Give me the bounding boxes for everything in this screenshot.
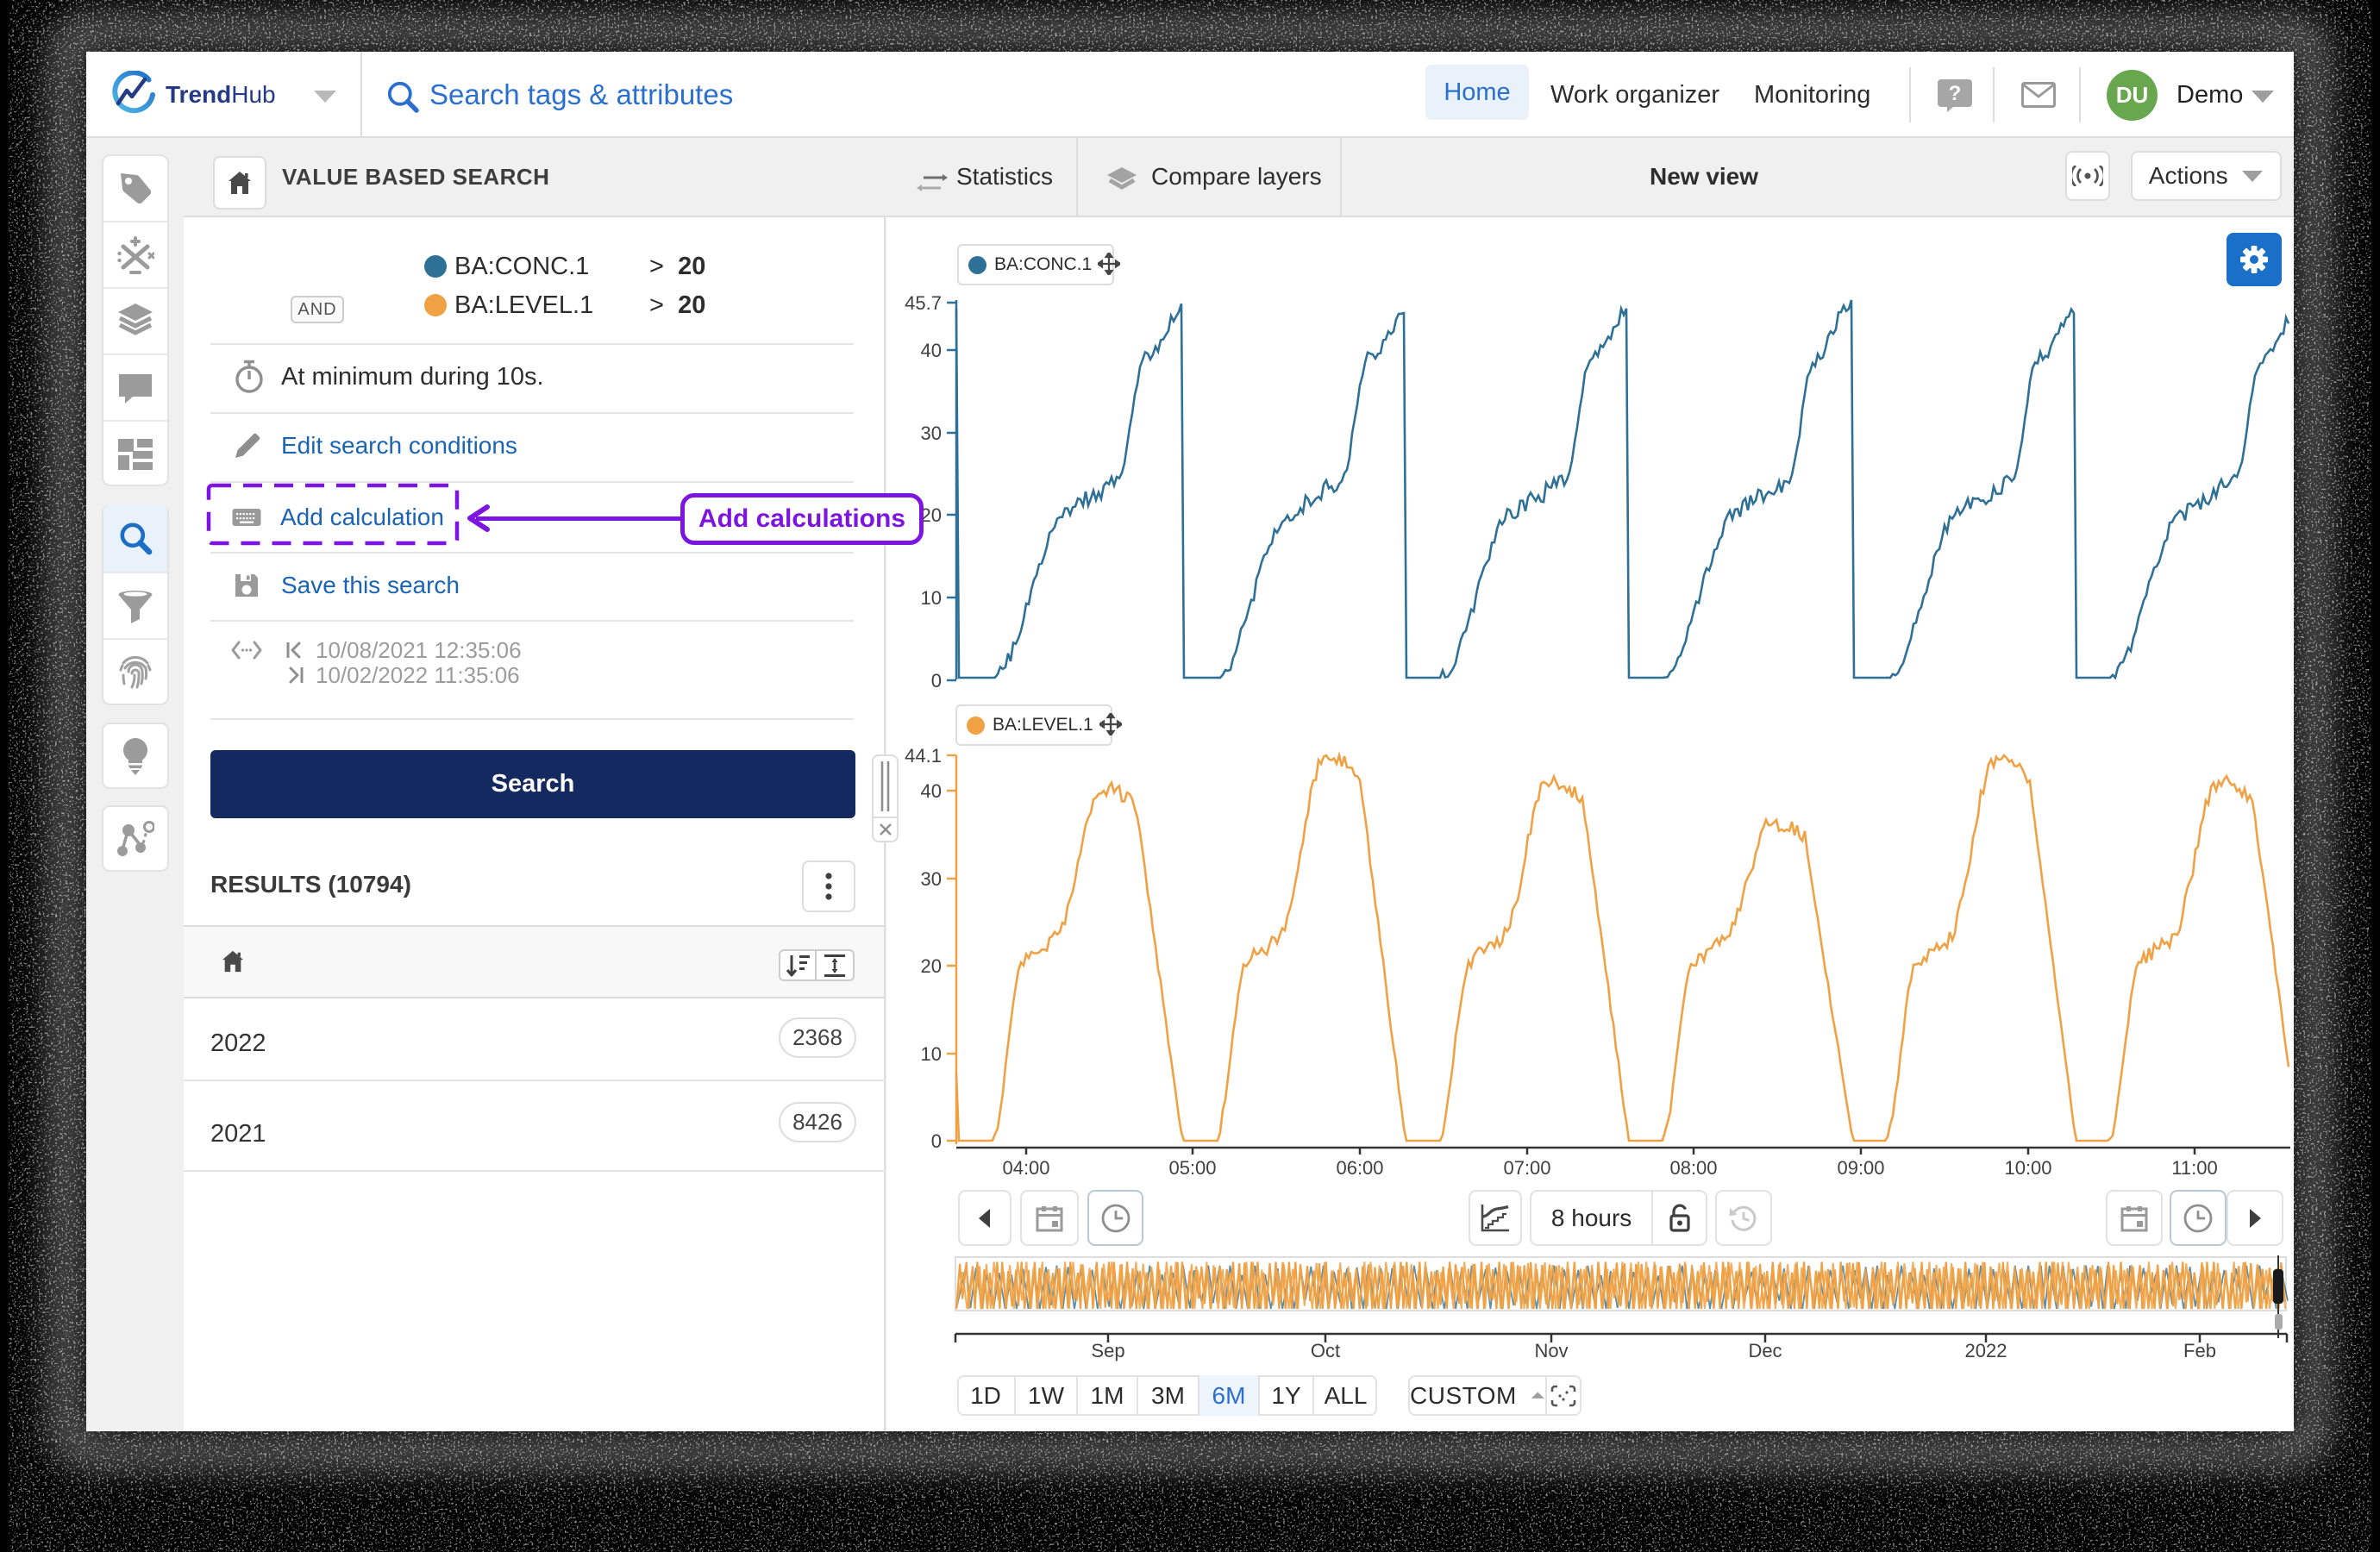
svg-text:11:00: 11:00 xyxy=(2171,1157,2217,1179)
svg-text:07:00: 07:00 xyxy=(1503,1157,1550,1179)
svg-text:20: 20 xyxy=(921,955,942,977)
svg-text:Oct: Oct xyxy=(1311,1340,1340,1361)
svg-text:Nov: Nov xyxy=(1534,1340,1568,1361)
svg-text:04:00: 04:00 xyxy=(1002,1157,1049,1179)
svg-text:30: 30 xyxy=(921,422,942,444)
svg-text:20: 20 xyxy=(921,504,942,526)
svg-text:09:00: 09:00 xyxy=(1837,1157,1884,1179)
svg-text:05:00: 05:00 xyxy=(1168,1157,1216,1179)
svg-text:Feb: Feb xyxy=(2183,1340,2216,1361)
svg-text:40: 40 xyxy=(921,340,942,361)
svg-text:08:00: 08:00 xyxy=(1669,1157,1717,1179)
svg-text:2022: 2022 xyxy=(1965,1340,2007,1361)
svg-text:Dec: Dec xyxy=(1748,1340,1782,1361)
svg-text:40: 40 xyxy=(921,780,942,802)
svg-text:10:00: 10:00 xyxy=(2004,1157,2051,1179)
svg-text:44.1: 44.1 xyxy=(905,745,942,767)
svg-text:0: 0 xyxy=(931,670,942,692)
svg-text:30: 30 xyxy=(921,868,942,890)
svg-text:10: 10 xyxy=(921,587,942,609)
svg-text:Sep: Sep xyxy=(1091,1340,1124,1361)
svg-text:0: 0 xyxy=(931,1130,942,1152)
svg-text:06:00: 06:00 xyxy=(1336,1157,1383,1179)
svg-text:10: 10 xyxy=(921,1043,942,1065)
svg-text:45.7: 45.7 xyxy=(905,292,942,314)
